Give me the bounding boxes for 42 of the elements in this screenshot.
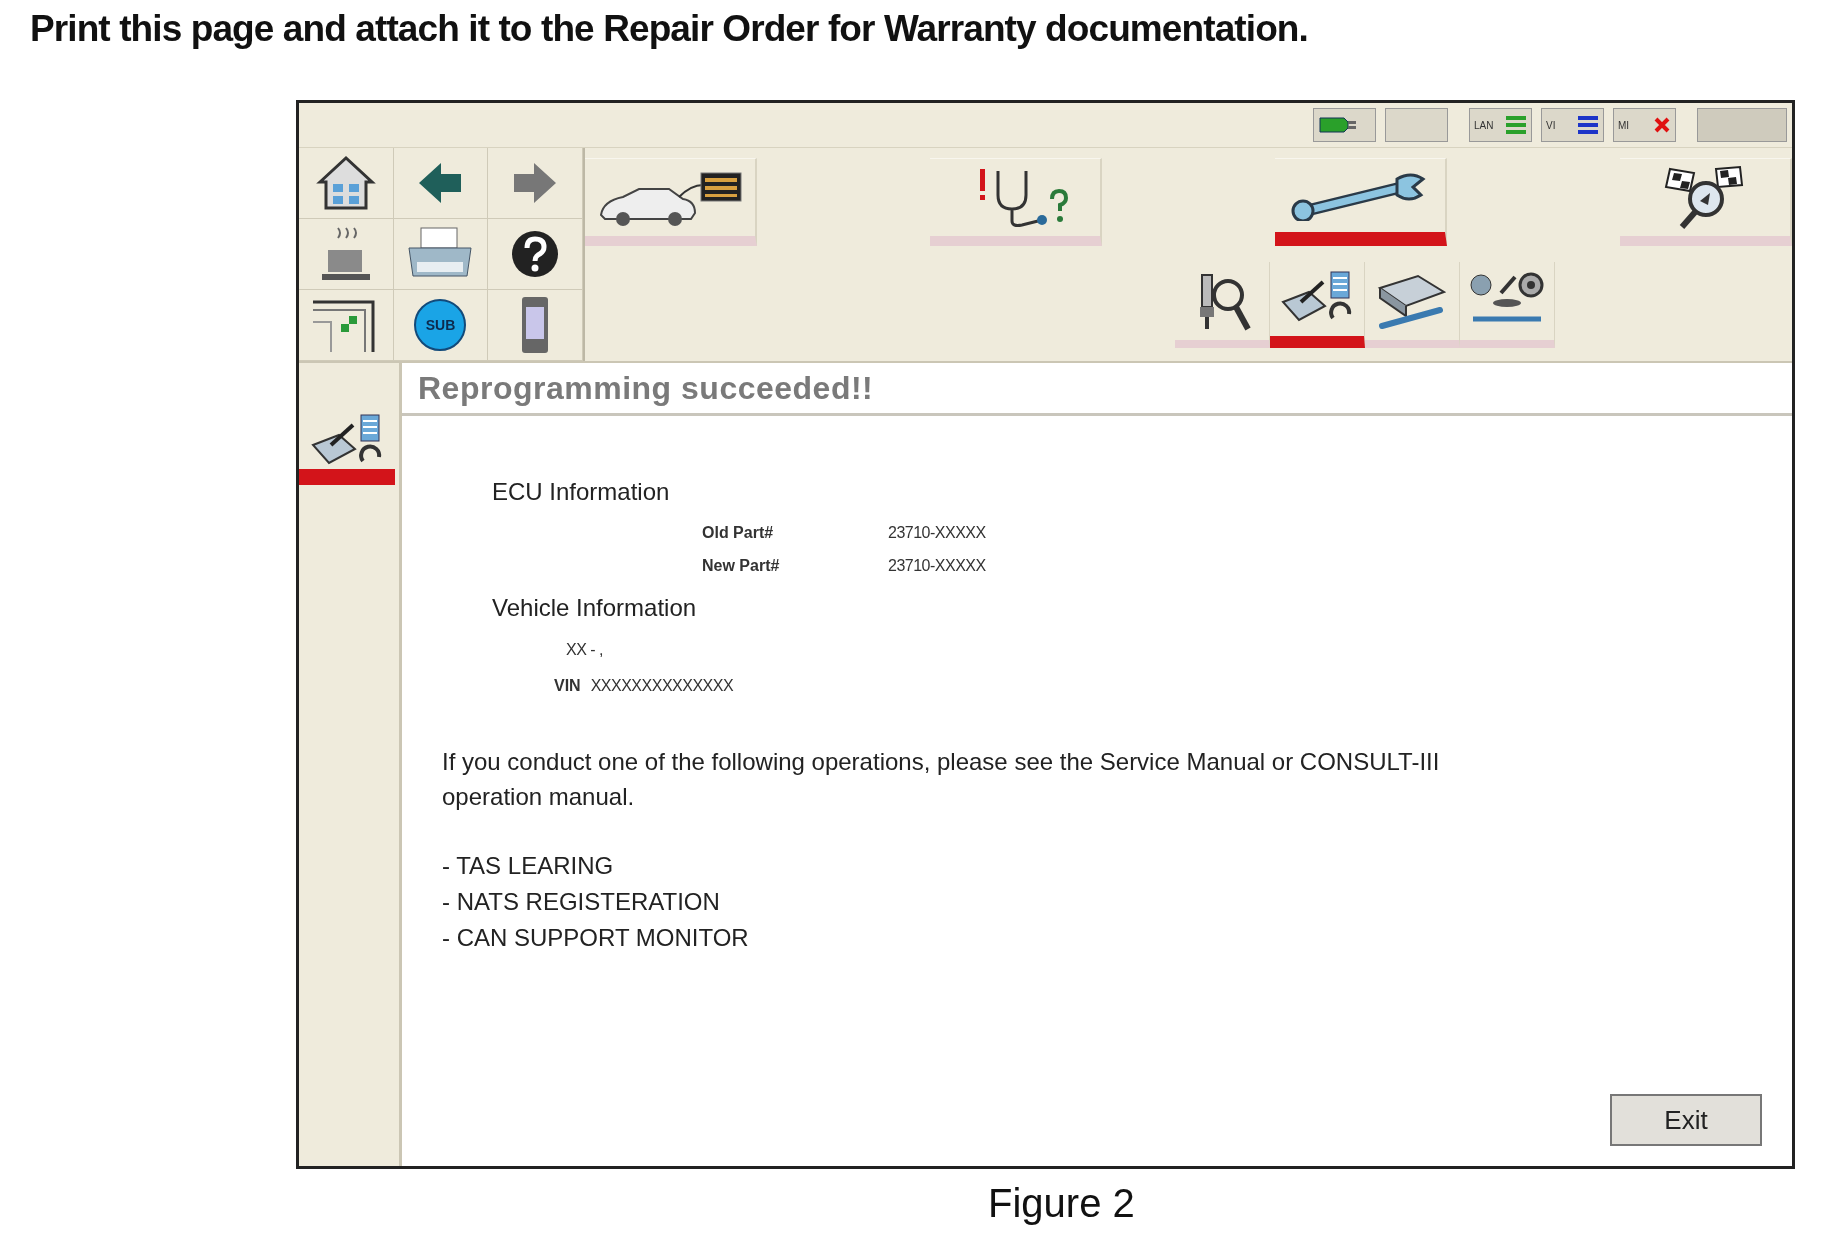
- field-value: XXXXXXXXXXXXXX: [590, 677, 734, 695]
- field-value: 23710-XXXXX: [888, 556, 986, 575]
- bars-icon: [1577, 114, 1599, 136]
- operation-item: - CAN SUPPORT MONITOR: [442, 923, 750, 953]
- page-heading: Print this page and attach it to the Repair Order for Warranty documentation.: [30, 8, 1309, 50]
- left-arrow-icon: [417, 161, 464, 205]
- field-label: VIN: [554, 677, 581, 695]
- model-value: XX - ,: [566, 641, 603, 659]
- function-tab[interactable]: [930, 158, 1102, 246]
- sub-function-tab[interactable]: [1460, 262, 1555, 348]
- sub-function-tab[interactable]: [1270, 262, 1365, 348]
- function-tab[interactable]: [1620, 158, 1792, 246]
- field-value: 23710-XXXXX: [888, 523, 986, 542]
- phone-icon: [520, 295, 551, 355]
- toolbar-button[interactable]: [393, 148, 489, 219]
- operation-item: - NATS REGISTERATION: [442, 887, 721, 917]
- function-tab[interactable]: [1275, 158, 1447, 246]
- home-icon: [315, 154, 376, 212]
- indicator-label: MI: [1618, 119, 1630, 131]
- section-heading: Vehicle Information: [492, 594, 698, 622]
- toolbar-button[interactable]: [299, 148, 394, 219]
- toolbar-button[interactable]: [299, 290, 394, 361]
- field-label: New Part#: [702, 556, 781, 575]
- exit-button[interactable]: Exit: [1610, 1094, 1762, 1146]
- operation-item: - TAS LEARING: [442, 851, 615, 881]
- indicator-label: VI: [1546, 119, 1556, 131]
- function-tab[interactable]: [585, 158, 757, 246]
- sub-function-tab[interactable]: [1365, 262, 1460, 348]
- notice-text: If you conduct one of the following operations, please see the Service Manual or CONSULT-III operation manual.: [442, 747, 1441, 812]
- bars-icon: [1505, 114, 1527, 136]
- help-icon: [510, 229, 561, 279]
- sub-button[interactable]: SUB: [414, 299, 467, 351]
- plug-icon: [1318, 114, 1358, 136]
- section-heading: ECU Information: [492, 478, 671, 506]
- result-title: Reprogramming succeeded!!: [418, 369, 874, 407]
- close-icon: [1653, 116, 1671, 134]
- field-label: Old Part#: [702, 523, 775, 542]
- indicator-label: LAN: [1474, 119, 1494, 131]
- toolbar-button[interactable]: [299, 219, 394, 290]
- status-indicator: [1385, 108, 1448, 142]
- figure-caption: Figure 2: [988, 1181, 1136, 1226]
- toolbar-button[interactable]: [488, 219, 583, 290]
